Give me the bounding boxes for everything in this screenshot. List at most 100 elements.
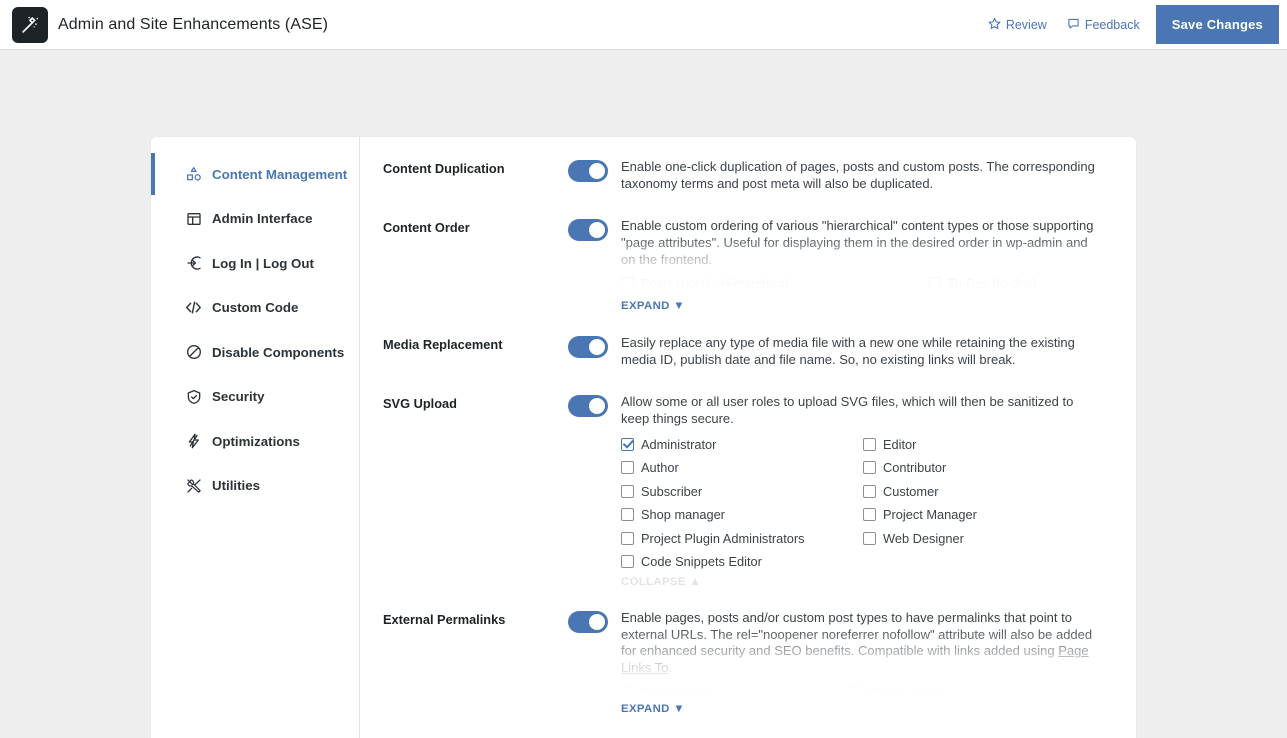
checkbox-box <box>621 555 634 569</box>
checkbox-box <box>621 508 634 522</box>
feedback-link[interactable]: Feedback <box>1067 17 1140 33</box>
role-checkbox-editor[interactable]: Editor <box>863 437 1104 452</box>
sidebar-item-utilities[interactable]: Utilities <box>151 471 359 501</box>
layout-icon <box>185 210 202 227</box>
checkbox-box <box>621 277 634 291</box>
sidebar-item-optimizations[interactable]: Optimizations <box>151 426 359 456</box>
checkbox-box <box>621 685 634 695</box>
sidebar-item-label: Utilities <box>212 478 261 493</box>
role-label: Author <box>641 460 679 476</box>
setting-row-open-external-links-new-tab: Open All External Links in New Tab Force… <box>360 717 1136 738</box>
setting-row-media-replacement: Media Replacement Easily replace any typ… <box>360 314 1136 368</box>
toggle-media-replacement[interactable] <box>568 336 608 359</box>
no-entry-icon <box>185 344 202 361</box>
login-arrow-icon <box>185 255 202 272</box>
setting-row-svg-upload: SVG Upload Allow some or all user roles … <box>360 368 1136 590</box>
checkbox-box <box>863 461 876 475</box>
role-checkbox-code-snippets-editor[interactable]: Code Snippets Editor <box>621 554 863 569</box>
checkbox-box <box>621 531 634 545</box>
review-link[interactable]: Review <box>988 17 1047 33</box>
checkbox-box <box>928 277 942 291</box>
sidebar-item-label: Optimizations <box>212 433 300 449</box>
settings-card: Content Management Admin Interface Log I… <box>151 137 1136 738</box>
toggle-content-duplication[interactable] <box>568 160 608 182</box>
setting-row-external-permalinks: External Permalinks Enable pages, posts … <box>360 590 1136 717</box>
role-checkbox-web-designer[interactable]: Web Designer <box>863 531 1104 546</box>
setting-label: Media Replacement <box>383 337 503 353</box>
setting-description-part2: . <box>668 660 673 675</box>
toggle-content-order[interactable] <box>568 219 608 242</box>
toggle-svg-upload[interactable] <box>568 395 608 418</box>
hidden-option-label: Posts (post) <box>641 684 710 695</box>
lightning-bolt-icon <box>185 433 202 450</box>
checkbox-box <box>621 437 634 451</box>
hidden-option: To-Dos (to-dos) <box>928 276 1036 291</box>
hidden-option-label: Pages (page) <box>869 684 947 695</box>
collapsible-region-content-order: Enable custom ordering of various "hiera… <box>621 218 1104 291</box>
shapes-icon <box>185 166 202 183</box>
role-label: Web Designer <box>883 530 964 546</box>
role-label: Administrator <box>641 436 717 452</box>
role-label: Subscriber <box>641 483 703 499</box>
setting-description: Enable custom ordering of various "hiera… <box>621 218 1094 267</box>
hidden-option: Posts (post) - Hierarchical <box>621 276 788 291</box>
role-label: Customer <box>883 483 939 499</box>
role-checkbox-customer[interactable]: Customer <box>863 484 1104 499</box>
code-brackets-icon <box>185 299 202 316</box>
toggle-external-permalinks[interactable] <box>568 611 608 634</box>
checkbox-box <box>621 484 634 498</box>
setting-row-content-order: Content Order Enable custom ordering of … <box>360 192 1136 314</box>
role-label: Editor <box>883 436 917 452</box>
collapse-link-svg-upload[interactable]: COLLAPSE ▲ <box>621 576 701 588</box>
shield-check-icon <box>185 388 202 405</box>
setting-description: Enable pages, posts and/or custom post t… <box>621 610 1104 677</box>
top-bar: Admin and Site Enhancements (ASE) Review… <box>0 0 1287 50</box>
role-checkbox-project-plugin-administrators[interactable]: Project Plugin Administrators <box>621 531 863 546</box>
role-label: Shop manager <box>641 507 725 523</box>
sidebar-item-disable-components[interactable]: Disable Components <box>151 337 359 367</box>
svg-upload-roles-grid: Administrator Editor Author Contributor … <box>621 437 1104 569</box>
hidden-option-label: To-Dos (to-dos) <box>948 276 1037 292</box>
hidden-option: Posts (post) <box>621 685 709 695</box>
top-bar-actions: Review Feedback Save Changes <box>988 0 1279 50</box>
checkbox-box <box>863 484 876 498</box>
star-icon <box>988 17 1001 33</box>
role-checkbox-administrator[interactable]: Administrator <box>621 437 863 452</box>
hidden-options-preview: Posts (post) - Hierarchical To-Dos (to-d… <box>621 276 1104 291</box>
sidebar-nav: Content Management Admin Interface Log I… <box>151 137 360 738</box>
hidden-option: Pages (page) <box>849 685 946 695</box>
save-changes-button[interactable]: Save Changes <box>1155 5 1279 44</box>
setting-label: Content Order <box>383 220 470 236</box>
sidebar-item-label: Admin Interface <box>212 211 313 226</box>
sidebar-item-label: Security <box>212 389 265 404</box>
role-checkbox-shop-manager[interactable]: Shop manager <box>621 507 863 522</box>
role-label: Project Manager <box>883 507 977 523</box>
role-checkbox-author[interactable]: Author <box>621 460 863 475</box>
sidebar-item-admin-interface[interactable]: Admin Interface <box>151 204 359 234</box>
expand-link-content-order[interactable]: EXPAND ▼ <box>621 300 685 312</box>
review-label: Review <box>1005 17 1047 32</box>
sidebar-item-label: Custom Code <box>212 300 299 315</box>
collapsible-region-external-permalinks: Enable pages, posts and/or custom post t… <box>621 610 1104 695</box>
role-checkbox-project-manager[interactable]: Project Manager <box>863 507 1104 522</box>
checkbox-box <box>863 531 876 545</box>
role-checkbox-contributor[interactable]: Contributor <box>863 460 1104 475</box>
checkbox-box <box>863 437 876 451</box>
hidden-option-label: Posts (post) - Hierarchical <box>641 276 789 292</box>
magic-wand-icon <box>12 6 48 43</box>
checkbox-box <box>863 508 876 522</box>
sidebar-item-label: Content Management <box>212 166 348 182</box>
expand-link-external-permalinks[interactable]: EXPAND ▼ <box>621 703 685 715</box>
sidebar-item-log-in-log-out[interactable]: Log In | Log Out <box>151 248 359 278</box>
setting-description: Enable one-click duplication of pages, p… <box>621 159 1095 191</box>
sidebar-item-content-management[interactable]: Content Management <box>151 153 359 195</box>
setting-label: Content Duplication <box>383 161 505 176</box>
hidden-options-preview: Posts (post) Pages (page) <box>621 685 1104 695</box>
sidebar-item-label: Log In | Log Out <box>212 255 314 271</box>
tools-icon <box>185 477 202 494</box>
sidebar-item-custom-code[interactable]: Custom Code <box>151 293 359 323</box>
sidebar-item-security[interactable]: Security <box>151 382 359 412</box>
page-title: Admin and Site Enhancements (ASE) <box>58 15 329 33</box>
role-checkbox-subscriber[interactable]: Subscriber <box>621 484 863 499</box>
checkbox-box <box>849 685 863 695</box>
